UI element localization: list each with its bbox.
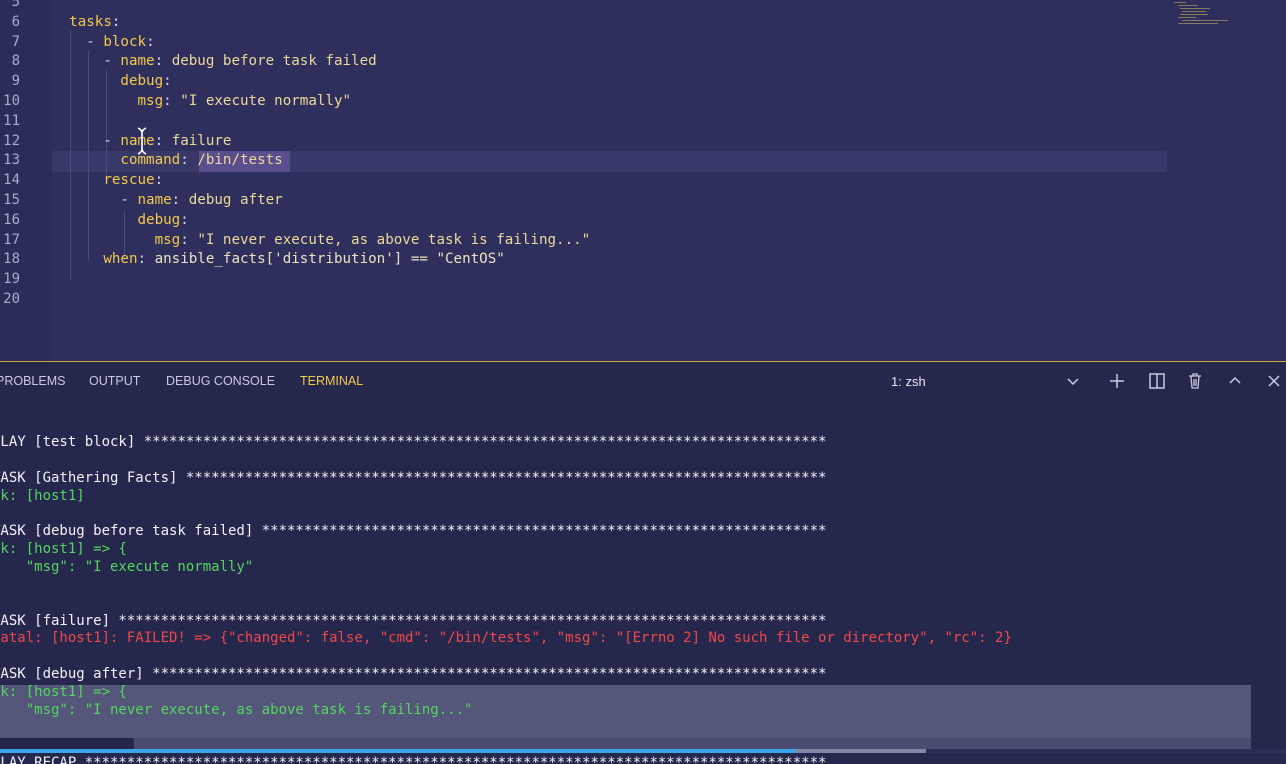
code-token: : xyxy=(137,251,155,268)
terminal-shell-selector[interactable]: 1: zsh xyxy=(891,374,926,389)
bottom-panel: PROBLEMS OUTPUT DEBUG CONSOLE TERMINAL 1… xyxy=(0,362,1286,764)
code-token: msg xyxy=(35,93,164,109)
panel-tab-bar: PROBLEMS OUTPUT DEBUG CONSOLE TERMINAL 1… xyxy=(0,362,1286,402)
line-number: 20 xyxy=(3,291,20,307)
terminal-line: ok: [host1] xyxy=(0,487,85,504)
code-line: rescue: xyxy=(35,170,163,190)
code-token: - xyxy=(35,192,138,208)
code-token: : xyxy=(180,231,198,248)
line-number: 8 xyxy=(11,53,20,70)
terminal-line: fatal: [host1]: FAILED! => {"changed": f… xyxy=(0,630,1012,647)
code-token: : xyxy=(163,73,172,90)
terminal-line: ok: [host1] => { xyxy=(0,683,127,700)
code-token: name xyxy=(137,192,172,208)
code-token: debug before task failed xyxy=(171,53,377,70)
chevron-down-icon[interactable] xyxy=(1062,370,1084,392)
line-number: 6 xyxy=(11,13,20,30)
code-token: : xyxy=(171,192,189,208)
plus-icon[interactable] xyxy=(1106,370,1128,392)
close-icon[interactable] xyxy=(1263,370,1285,392)
trash-icon[interactable] xyxy=(1184,370,1206,392)
line-number: 16 xyxy=(3,211,20,228)
minimap[interactable] xyxy=(1172,0,1242,30)
code-token: - xyxy=(35,53,121,70)
scroll-progress-remainder xyxy=(796,749,926,753)
terminal-line: TASK [failure] *************************… xyxy=(0,612,827,629)
tab-debug-console[interactable]: DEBUG CONSOLE xyxy=(166,374,275,388)
code-token: : xyxy=(154,132,172,149)
code-token: tasks xyxy=(35,13,112,30)
terminal-line: TASK [debug after] *********************… xyxy=(0,666,827,683)
line-number: 11 xyxy=(3,112,20,129)
code-token: - xyxy=(35,33,104,50)
terminal-line: TASK [Gathering Facts] *****************… xyxy=(0,469,827,486)
terminal-scroll-thumb[interactable] xyxy=(134,738,1251,749)
tab-problems[interactable]: PROBLEMS xyxy=(0,374,65,388)
code-token: debug xyxy=(35,211,181,228)
code-token: name xyxy=(120,53,155,70)
code-token: ansible_facts['distribution'] == "CentOS… xyxy=(154,251,505,268)
code-line: msg: "I never execute, as above task is … xyxy=(35,230,591,250)
tab-output[interactable]: OUTPUT xyxy=(89,374,140,388)
line-number: 5 xyxy=(11,0,20,10)
line-number: 17 xyxy=(3,231,20,248)
line-number: 18 xyxy=(3,251,20,268)
terminal-line: TASK [debug before task failed] ********… xyxy=(0,523,827,540)
line-number: 19 xyxy=(3,271,20,288)
text-cursor-icon xyxy=(137,127,147,155)
line-number: 14 xyxy=(3,172,20,189)
code-token: debug after xyxy=(188,192,283,208)
code-token: - xyxy=(35,132,121,149)
code-token: debug xyxy=(35,73,164,90)
code-token: when xyxy=(35,251,138,268)
code-token: : xyxy=(163,93,181,109)
terminal-line: ok: [host1] => { xyxy=(0,541,127,558)
code-token: : xyxy=(111,13,121,30)
chevron-up-icon[interactable] xyxy=(1224,370,1246,392)
code-token: /bin/tests xyxy=(197,152,283,169)
line-number: 10 xyxy=(3,93,20,109)
code-token: : xyxy=(154,172,164,189)
split-icon[interactable] xyxy=(1146,370,1168,392)
code-line: - name: failure xyxy=(35,131,231,151)
code-line: debug: xyxy=(35,71,172,91)
code-token: "I execute normally" xyxy=(180,93,352,109)
code-token: : xyxy=(146,33,155,50)
code-editor[interactable]: 5 6 7 8 9 10 11 12 13 14 15 16 17 18 19 20 tasks: - blo… xyxy=(0,0,1286,361)
line-number: 12 xyxy=(3,132,20,149)
line-number: 15 xyxy=(3,192,20,208)
line-number: 7 xyxy=(11,33,20,50)
terminal-line: PLAY [test block] **********************… xyxy=(0,434,827,450)
terminal-line: PLAY RECAP *****************************… xyxy=(0,755,827,764)
line-number: 13 xyxy=(3,152,20,169)
code-token: : xyxy=(180,152,198,169)
tab-terminal[interactable]: TERMINAL xyxy=(300,374,363,388)
code-token: : xyxy=(154,53,172,70)
code-line: - block: xyxy=(35,32,155,52)
code-line: - name: debug after xyxy=(35,190,283,210)
code-token: : xyxy=(180,211,189,228)
code-line: command: /bin/tests xyxy=(35,150,283,170)
code-token: command xyxy=(35,152,181,169)
code-token: failure xyxy=(171,132,232,149)
terminal-line: "msg": "I execute normally" xyxy=(0,558,254,575)
code-line: tasks: xyxy=(35,12,120,32)
code-token: "I never execute, as above task is faili… xyxy=(197,231,591,248)
line-number: 9 xyxy=(11,73,20,90)
code-line: msg: "I execute normally" xyxy=(35,91,351,111)
code-line: - name: debug before task failed xyxy=(35,51,377,71)
code-line: when: ansible_facts['distribution'] == "… xyxy=(35,249,505,269)
code-line: debug: xyxy=(35,210,189,230)
terminal-line: "msg": "I never execute, as above task i… xyxy=(0,701,473,718)
code-token: block xyxy=(103,33,147,50)
code-token: rescue xyxy=(35,172,155,189)
code-token: msg xyxy=(35,231,181,248)
scroll-progress xyxy=(0,749,796,753)
